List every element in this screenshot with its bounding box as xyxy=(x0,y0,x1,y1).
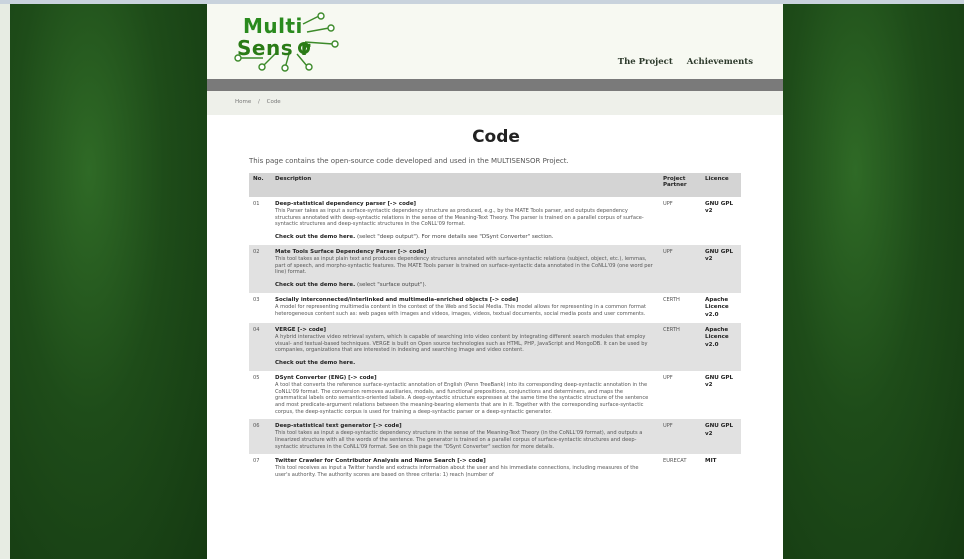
row-licence: Apache Licence v2.0 xyxy=(705,297,729,318)
demo-line: Check out the demo here. (select "surfac… xyxy=(275,282,655,289)
row-number: 04 xyxy=(249,323,271,372)
table-row: 03 Socially interconnected/interlinked an… xyxy=(249,293,741,323)
table-header-row: No. Description Project Partner Licence xyxy=(249,173,741,197)
row-description: DSynt Converter (ENG) [-> code] A tool th… xyxy=(271,371,659,419)
row-licence: GNU GPL v2 xyxy=(705,375,734,389)
demo-link[interactable]: Check out the demo here. xyxy=(275,360,355,366)
header-project-partner: Project Partner xyxy=(659,173,701,197)
row-partner: CERTH xyxy=(663,297,680,304)
row-description: Twitter Crawler for Contributor Analysis… xyxy=(271,454,659,482)
page-background-left xyxy=(0,4,207,559)
header-divider-bar xyxy=(207,79,783,91)
nav-the-project[interactable]: The Project xyxy=(618,57,673,67)
logo-text-sensor: Sens r xyxy=(237,36,311,60)
row-number: 07 xyxy=(253,458,260,465)
logo-text-multi: Multi xyxy=(243,14,303,38)
header-licence: Licence xyxy=(701,173,741,197)
demo-line: Check out the demo here. xyxy=(275,360,655,367)
row-partner: UPF xyxy=(663,201,673,207)
row-description: Socially interconnected/interlinked and … xyxy=(271,293,659,323)
code-link[interactable]: VERGE [-> code] xyxy=(275,327,655,334)
demo-link[interactable]: Check out the demo here. xyxy=(275,234,355,240)
row-licence: GNU GPL v2 xyxy=(701,419,741,455)
row-licence: MIT xyxy=(705,458,717,465)
code-link[interactable]: DSynt Converter (ENG) [-> code] xyxy=(275,375,655,382)
breadcrumb-current: Code xyxy=(266,99,281,105)
breadcrumb-home[interactable]: Home xyxy=(235,99,251,105)
row-number: 02 xyxy=(249,245,271,294)
breadcrumb-bar: Home / Code xyxy=(207,91,783,115)
table-body: 01 Deep-statistical dependency parser [->… xyxy=(249,197,741,483)
row-number: 06 xyxy=(249,419,271,455)
page-intro: This page contains the open-source code … xyxy=(249,157,569,165)
row-description: Deep-statistical text generator [-> code… xyxy=(271,419,659,455)
main-content: Code This page contains the open-source … xyxy=(235,115,757,559)
row-partner: UPF xyxy=(659,245,701,294)
site-header: Multi Sens r The Project Achievements xyxy=(207,4,783,79)
row-description-text: This Parser takes as input a surface-syn… xyxy=(275,208,644,228)
row-partner: CERTH xyxy=(659,323,701,372)
multisensor-logo[interactable]: Multi Sens r xyxy=(233,10,353,72)
code-table: No. Description Project Partner Licence … xyxy=(249,173,741,483)
row-partner: UPF xyxy=(663,375,673,382)
code-link[interactable]: Twitter Crawler for Contributor Analysis… xyxy=(275,458,655,465)
table-row: 05 DSynt Converter (ENG) [-> code] A tool … xyxy=(249,371,741,419)
row-description-text: This tool takes as input plain text and … xyxy=(275,256,653,276)
table-row: 02 Mate Tools Surface Dependency Parser [… xyxy=(249,245,741,294)
demo-link[interactable]: Check out the demo here. xyxy=(275,282,355,288)
demo-note: (select "surface output"). xyxy=(355,282,427,289)
table-row: 06 Deep-statistical text generator [-> co… xyxy=(249,419,741,455)
breadcrumb-separator: / xyxy=(258,99,260,105)
row-description: Deep-statistical dependency parser [-> c… xyxy=(271,197,659,245)
row-partner: UPF xyxy=(659,419,701,455)
row-description-text: A hybrid interactive video retrieval sys… xyxy=(275,334,648,354)
row-description-text: A tool that converts the reference surfa… xyxy=(275,382,649,415)
breadcrumb: Home / Code xyxy=(235,99,286,105)
row-description-text: A model for representing multimedia cont… xyxy=(275,304,646,317)
row-number: 05 xyxy=(253,375,260,382)
row-licence: GNU GPL v2 xyxy=(701,245,741,294)
nav-achievements[interactable]: Achievements xyxy=(687,57,753,67)
row-partner: EURECAT xyxy=(663,458,687,465)
row-description: Mate Tools Surface Dependency Parser [->… xyxy=(271,245,659,294)
page-background-right xyxy=(783,4,964,559)
code-link[interactable]: Deep-statistical text generator [-> code… xyxy=(275,423,655,430)
demo-note: (select "deep output"). For more details… xyxy=(355,233,554,240)
page-title: Code xyxy=(472,127,520,147)
row-description-text: This tool takes as input a deep-syntacti… xyxy=(275,430,643,450)
table-row: 04 VERGE [-> code] A hybrid interactive vi… xyxy=(249,323,741,372)
row-description: VERGE [-> code] A hybrid interactive vide… xyxy=(271,323,659,372)
code-link[interactable]: Socially interconnected/interlinked and … xyxy=(275,297,655,304)
code-link[interactable]: Deep-statistical dependency parser [-> c… xyxy=(275,201,655,208)
row-number: 01 xyxy=(253,201,260,207)
row-number: 03 xyxy=(253,297,260,304)
demo-line: Check out the demo here. (select "deep o… xyxy=(275,234,655,241)
table-row: 07 Twitter Crawler for Contributor Analys… xyxy=(249,454,741,482)
page-frame: Multi Sens r The Project Achievements Ho… xyxy=(207,4,783,559)
code-link[interactable]: Mate Tools Surface Dependency Parser [->… xyxy=(275,249,655,256)
row-description-text: This tool receives as input a Twitter ha… xyxy=(275,465,639,479)
header-description: Description xyxy=(271,173,659,197)
table-row: 01 Deep-statistical dependency parser [->… xyxy=(249,197,741,245)
row-licence: GNU GPL v2 xyxy=(705,201,734,215)
header-no: No. xyxy=(249,173,271,197)
row-licence: Apache Licence v2.0 xyxy=(701,323,741,372)
main-nav: The Project Achievements xyxy=(618,57,753,67)
